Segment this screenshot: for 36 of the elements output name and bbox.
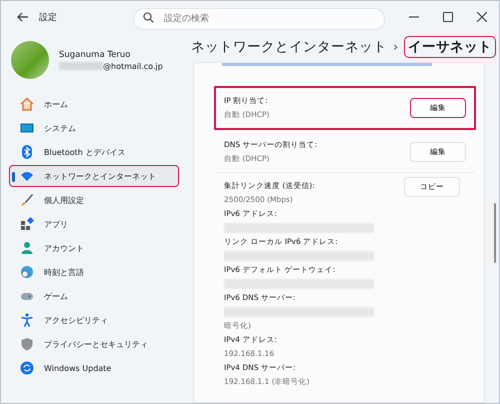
sidebar-item[interactable]: アクセシビリティ: [9, 309, 179, 331]
update-icon: [20, 361, 34, 375]
brush-icon: [20, 193, 34, 207]
page-title: イーサネット: [404, 36, 496, 58]
wifi-icon: [20, 169, 34, 183]
user-email: @hotmail.co.jp: [103, 62, 163, 70]
search-field[interactable]: 設定の検索: [133, 8, 385, 30]
bluetooth-icon: [20, 145, 34, 159]
close-icon[interactable]: [477, 12, 487, 22]
sidebar-item[interactable]: アプリ: [9, 213, 179, 235]
sidebar-item[interactable]: Bluetooth とデバイス: [9, 141, 179, 163]
redacted-text: [59, 62, 103, 70]
sidebar-item[interactable]: プライバシーとセキュリティ: [9, 333, 179, 355]
shield-icon: [20, 337, 34, 351]
home-icon: [20, 97, 34, 111]
maximize-icon[interactable]: [443, 12, 453, 22]
scrollbar[interactable]: [494, 203, 496, 263]
sidebar-item[interactable]: ネットワークとインターネット: [9, 165, 179, 187]
sidebar-item[interactable]: アカウント: [9, 237, 179, 259]
sidebar-item[interactable]: ゲーム: [9, 285, 179, 307]
avatar: [11, 41, 49, 79]
window-title: 設定: [39, 12, 58, 24]
apps-icon: [20, 217, 34, 231]
sidebar-item[interactable]: 時刻と言語: [9, 261, 179, 283]
person-icon: [20, 241, 34, 255]
monitor-icon: [20, 121, 34, 135]
accessibility-icon: [20, 313, 34, 327]
sidebar-item[interactable]: システム: [9, 117, 179, 139]
user-name: Suganuma Teruo: [59, 50, 132, 60]
sidebar-item[interactable]: 個人用設定: [9, 189, 179, 211]
sidebar-item[interactable]: ホーム: [9, 93, 179, 115]
back-icon[interactable]: [17, 12, 29, 22]
breadcrumb-parent[interactable]: ネットワークとインターネット: [191, 38, 387, 56]
sidebar-item[interactable]: Windows Update: [9, 357, 179, 379]
breadcrumb-separator: ›: [393, 40, 398, 54]
globe-clock-icon: [20, 265, 34, 279]
